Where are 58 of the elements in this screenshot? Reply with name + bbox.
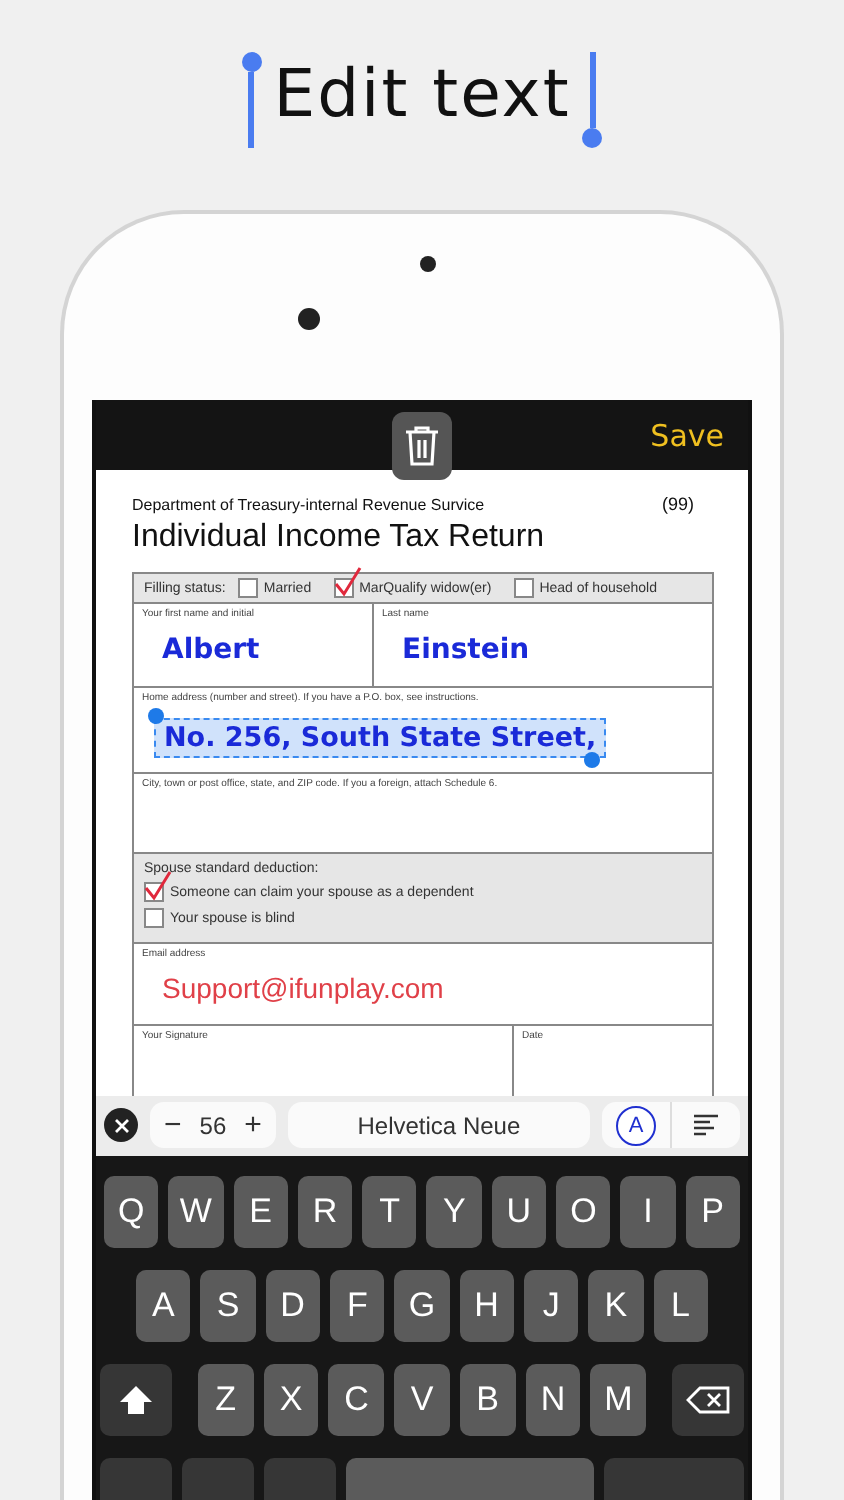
font-button[interactable]: Helvetica Neue	[287, 1102, 590, 1149]
key[interactable]: B	[459, 1364, 516, 1436]
checkmark-icon	[333, 566, 362, 599]
font-size-value: 56	[199, 1111, 227, 1140]
decrease-button[interactable]: −	[158, 1108, 188, 1143]
text-color-button[interactable]: A	[616, 1105, 656, 1146]
shift-key[interactable]	[100, 1364, 172, 1436]
key[interactable]: V	[394, 1364, 450, 1436]
key[interactable]: N	[525, 1364, 581, 1436]
close-button[interactable]	[104, 1108, 138, 1143]
checkbox[interactable]	[513, 578, 534, 599]
text-selection[interactable]: No. 256, South State Street,	[154, 717, 607, 758]
headline: Edit text	[273, 54, 571, 132]
key[interactable]: D	[265, 1270, 320, 1342]
key[interactable]: C	[328, 1364, 385, 1436]
key[interactable]: P	[685, 1176, 740, 1248]
key[interactable]: E	[233, 1176, 288, 1248]
key[interactable]: K	[588, 1270, 644, 1342]
backspace-key[interactable]	[672, 1364, 745, 1436]
checkbox[interactable]	[237, 578, 258, 599]
cursor-handle-icon	[582, 51, 603, 147]
camera-icon	[298, 308, 320, 330]
key[interactable]: U	[491, 1176, 547, 1248]
key[interactable]: A	[136, 1270, 191, 1342]
shift-icon	[118, 1384, 154, 1416]
trash-icon	[402, 424, 442, 468]
field-value[interactable]: Albert	[142, 633, 364, 666]
checkbox[interactable]	[144, 908, 164, 929]
cursor-handle-icon	[241, 51, 262, 147]
key[interactable]: F	[329, 1270, 385, 1342]
key[interactable]: T	[362, 1176, 417, 1248]
field-value[interactable]: Einstein	[382, 633, 704, 666]
key[interactable]: S	[200, 1270, 256, 1342]
key[interactable]: Y	[426, 1176, 482, 1248]
key[interactable]: O	[556, 1176, 611, 1248]
key[interactable]: L	[653, 1270, 708, 1342]
key[interactable]: M	[590, 1364, 647, 1436]
form-code: (99)	[661, 494, 694, 515]
save-button[interactable]: Save	[650, 417, 724, 454]
increase-button[interactable]: +	[238, 1108, 268, 1143]
form-title: Individual Income Tax Return	[132, 520, 547, 557]
delete-button[interactable]	[392, 412, 452, 480]
department-text: Department of Treasury-internal Revenue Survice	[132, 496, 485, 515]
close-icon	[113, 1117, 129, 1134]
key[interactable]: Q	[104, 1176, 159, 1248]
key[interactable]: I	[620, 1176, 676, 1248]
align-left-icon	[692, 1113, 720, 1138]
key[interactable]: J	[523, 1270, 579, 1342]
key[interactable]: X	[263, 1364, 319, 1436]
key[interactable]: G	[394, 1270, 450, 1342]
field-value[interactable]: Support@ifunplay.com	[142, 971, 704, 1004]
key[interactable]: R	[297, 1176, 353, 1248]
key[interactable]: Z	[198, 1364, 254, 1436]
speaker-icon	[420, 256, 436, 272]
backspace-icon	[686, 1386, 731, 1414]
key[interactable]: W	[168, 1176, 224, 1248]
key[interactable]: H	[459, 1270, 514, 1342]
selection-handle-icon[interactable]	[148, 707, 164, 724]
